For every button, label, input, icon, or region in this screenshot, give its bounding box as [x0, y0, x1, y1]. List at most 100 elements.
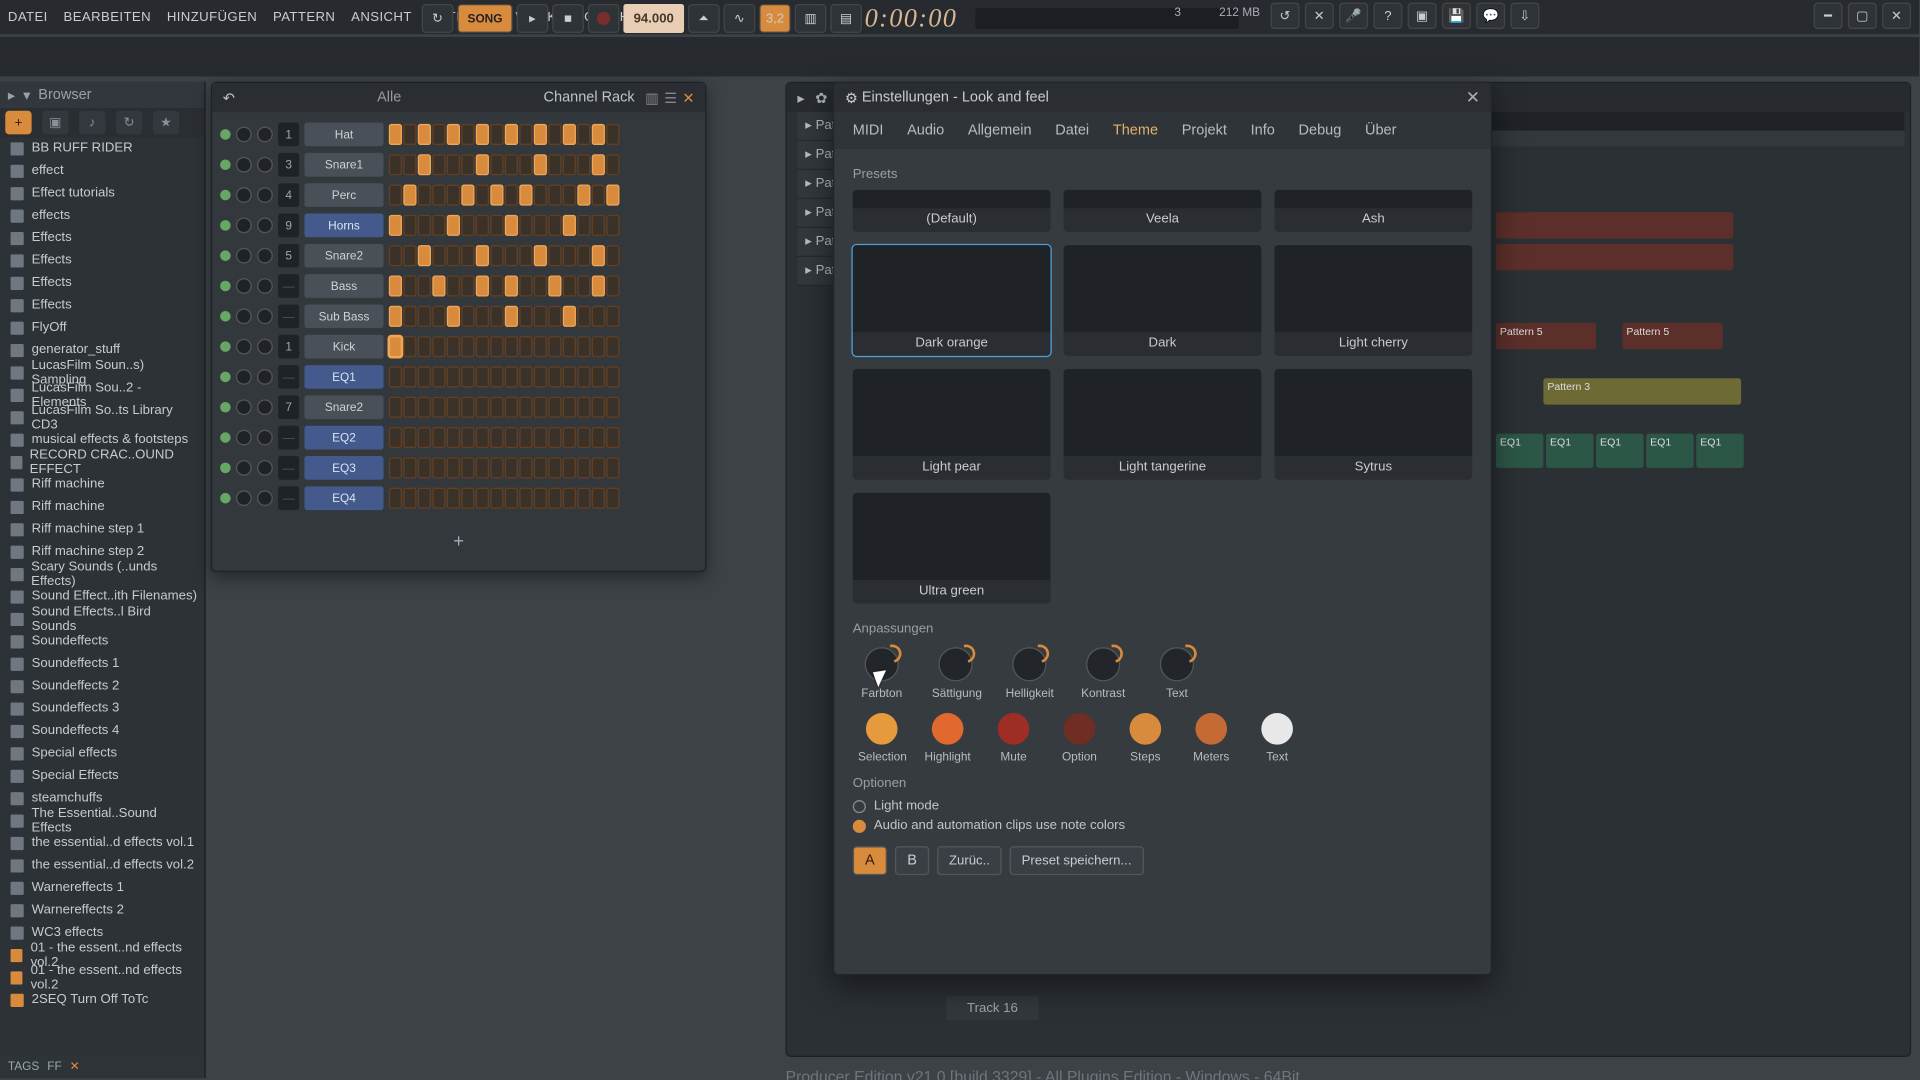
step-cell[interactable]	[490, 488, 503, 509]
channel-route[interactable]: 1	[278, 123, 299, 147]
step-cell[interactable]	[519, 245, 532, 266]
channel-row[interactable]: —EQ1	[220, 362, 697, 391]
channel-route[interactable]: —	[278, 426, 299, 450]
step-cell[interactable]	[389, 366, 402, 387]
channel-led[interactable]	[220, 159, 231, 170]
step-cell[interactable]	[447, 457, 460, 478]
channel-pan-knob[interactable]	[236, 127, 252, 143]
step-cell[interactable]	[389, 397, 402, 418]
channel-led[interactable]	[220, 129, 231, 140]
step-cell[interactable]	[403, 397, 416, 418]
channel-route[interactable]: 7	[278, 395, 299, 419]
preset-dark-orange[interactable]: Dark orange	[853, 245, 1051, 356]
channel-row[interactable]: 1Hat	[220, 120, 697, 149]
step-cell[interactable]	[461, 185, 474, 206]
step-cell[interactable]	[447, 336, 460, 357]
step-cell[interactable]	[418, 488, 431, 509]
step-cell[interactable]	[606, 215, 619, 236]
color-dot[interactable]	[866, 713, 898, 745]
browser-item[interactable]: effect	[0, 159, 204, 181]
channel-vol-knob[interactable]	[257, 187, 273, 203]
tab-theme[interactable]: Theme	[1113, 123, 1158, 139]
step-cell[interactable]	[476, 488, 489, 509]
channel-route[interactable]: —	[278, 304, 299, 328]
step-cell[interactable]	[490, 154, 503, 175]
browser-refresh-icon[interactable]: ↻	[116, 111, 142, 135]
step-cell[interactable]	[577, 427, 590, 448]
channel-name[interactable]: Snare1	[304, 153, 383, 177]
option-clip-colors[interactable]: Audio and automation clips use note colo…	[853, 818, 1472, 832]
step-cell[interactable]	[403, 457, 416, 478]
step-cell[interactable]	[432, 397, 445, 418]
channel-name[interactable]: Horns	[304, 214, 383, 238]
step-cell[interactable]	[534, 215, 547, 236]
window-min-icon[interactable]: ━	[1814, 3, 1843, 29]
channel-row[interactable]: 1Kick	[220, 332, 697, 361]
step-cell[interactable]	[461, 427, 474, 448]
knob-dial[interactable]	[865, 647, 899, 681]
channel-name[interactable]: Snare2	[304, 244, 383, 268]
channel-row[interactable]: 3Snare1	[220, 150, 697, 179]
browser-item[interactable]: Soundeffects	[0, 630, 204, 652]
step-cell[interactable]	[519, 336, 532, 357]
channel-row[interactable]: 9Horns	[220, 211, 697, 240]
compare-b-button[interactable]: B	[895, 846, 929, 875]
browser-star-icon[interactable]: ★	[153, 111, 179, 135]
browser-item[interactable]: Effects	[0, 249, 204, 271]
countdown-button[interactable]: 3,2	[759, 4, 791, 33]
step-cell[interactable]	[563, 336, 576, 357]
step-cell[interactable]	[476, 306, 489, 327]
step-cell[interactable]	[461, 215, 474, 236]
step-cell[interactable]	[418, 185, 431, 206]
playlist-clip[interactable]: EQ1	[1646, 434, 1693, 468]
step-cell[interactable]	[563, 154, 576, 175]
browser-item[interactable]: Riff machine step 1	[0, 518, 204, 540]
knob-dial[interactable]	[1086, 647, 1120, 681]
channel-row[interactable]: 7Snare2	[220, 393, 697, 422]
step-cell[interactable]	[432, 427, 445, 448]
channel-led[interactable]	[220, 432, 231, 443]
step-cell[interactable]	[490, 306, 503, 327]
step-cell[interactable]	[490, 275, 503, 296]
step-cell[interactable]	[505, 154, 518, 175]
rack-bars-icon[interactable]: ☰	[664, 89, 677, 106]
step-cell[interactable]	[577, 488, 590, 509]
step-cell[interactable]	[534, 154, 547, 175]
preset-light-pear[interactable]: Light pear	[853, 369, 1051, 480]
channel-row[interactable]: —EQ4	[220, 484, 697, 513]
step-cell[interactable]	[461, 306, 474, 327]
track-arrow-icon[interactable]: ▸	[805, 264, 812, 278]
step-cell[interactable]	[548, 336, 561, 357]
step-cell[interactable]	[490, 336, 503, 357]
channel-name[interactable]: EQ3	[304, 456, 383, 480]
browser-item[interactable]: 2SEQ Turn Off ToTc	[0, 988, 204, 1010]
step-cell[interactable]	[490, 397, 503, 418]
step-cell[interactable]	[505, 488, 518, 509]
step-cell[interactable]	[490, 366, 503, 387]
channel-vol-knob[interactable]	[257, 399, 273, 415]
step-cell[interactable]	[563, 306, 576, 327]
step-cell[interactable]	[592, 397, 605, 418]
channel-pan-knob[interactable]	[236, 369, 252, 385]
step-cell[interactable]	[490, 457, 503, 478]
step-cell[interactable]	[534, 427, 547, 448]
step-cell[interactable]	[563, 427, 576, 448]
channel-led[interactable]	[220, 311, 231, 322]
step-cell[interactable]	[577, 366, 590, 387]
channel-name[interactable]: Snare2	[304, 395, 383, 419]
tab-midi[interactable]: MIDI	[853, 123, 884, 139]
loop-rec-icon[interactable]: ▤	[830, 4, 862, 33]
step-cell[interactable]	[418, 245, 431, 266]
step-cell[interactable]	[490, 215, 503, 236]
channel-led[interactable]	[220, 463, 231, 474]
step-cell[interactable]	[577, 124, 590, 145]
channel-row[interactable]: —EQ3	[220, 453, 697, 482]
channel-route[interactable]: 9	[278, 214, 299, 238]
browser-collapse-icon[interactable]: ▸	[8, 86, 15, 103]
preset-sytrus[interactable]: Sytrus	[1275, 369, 1473, 480]
channel-led[interactable]	[220, 281, 231, 292]
step-cell[interactable]	[389, 488, 402, 509]
step-cell[interactable]	[563, 488, 576, 509]
step-cell[interactable]	[418, 427, 431, 448]
step-cell[interactable]	[432, 154, 445, 175]
